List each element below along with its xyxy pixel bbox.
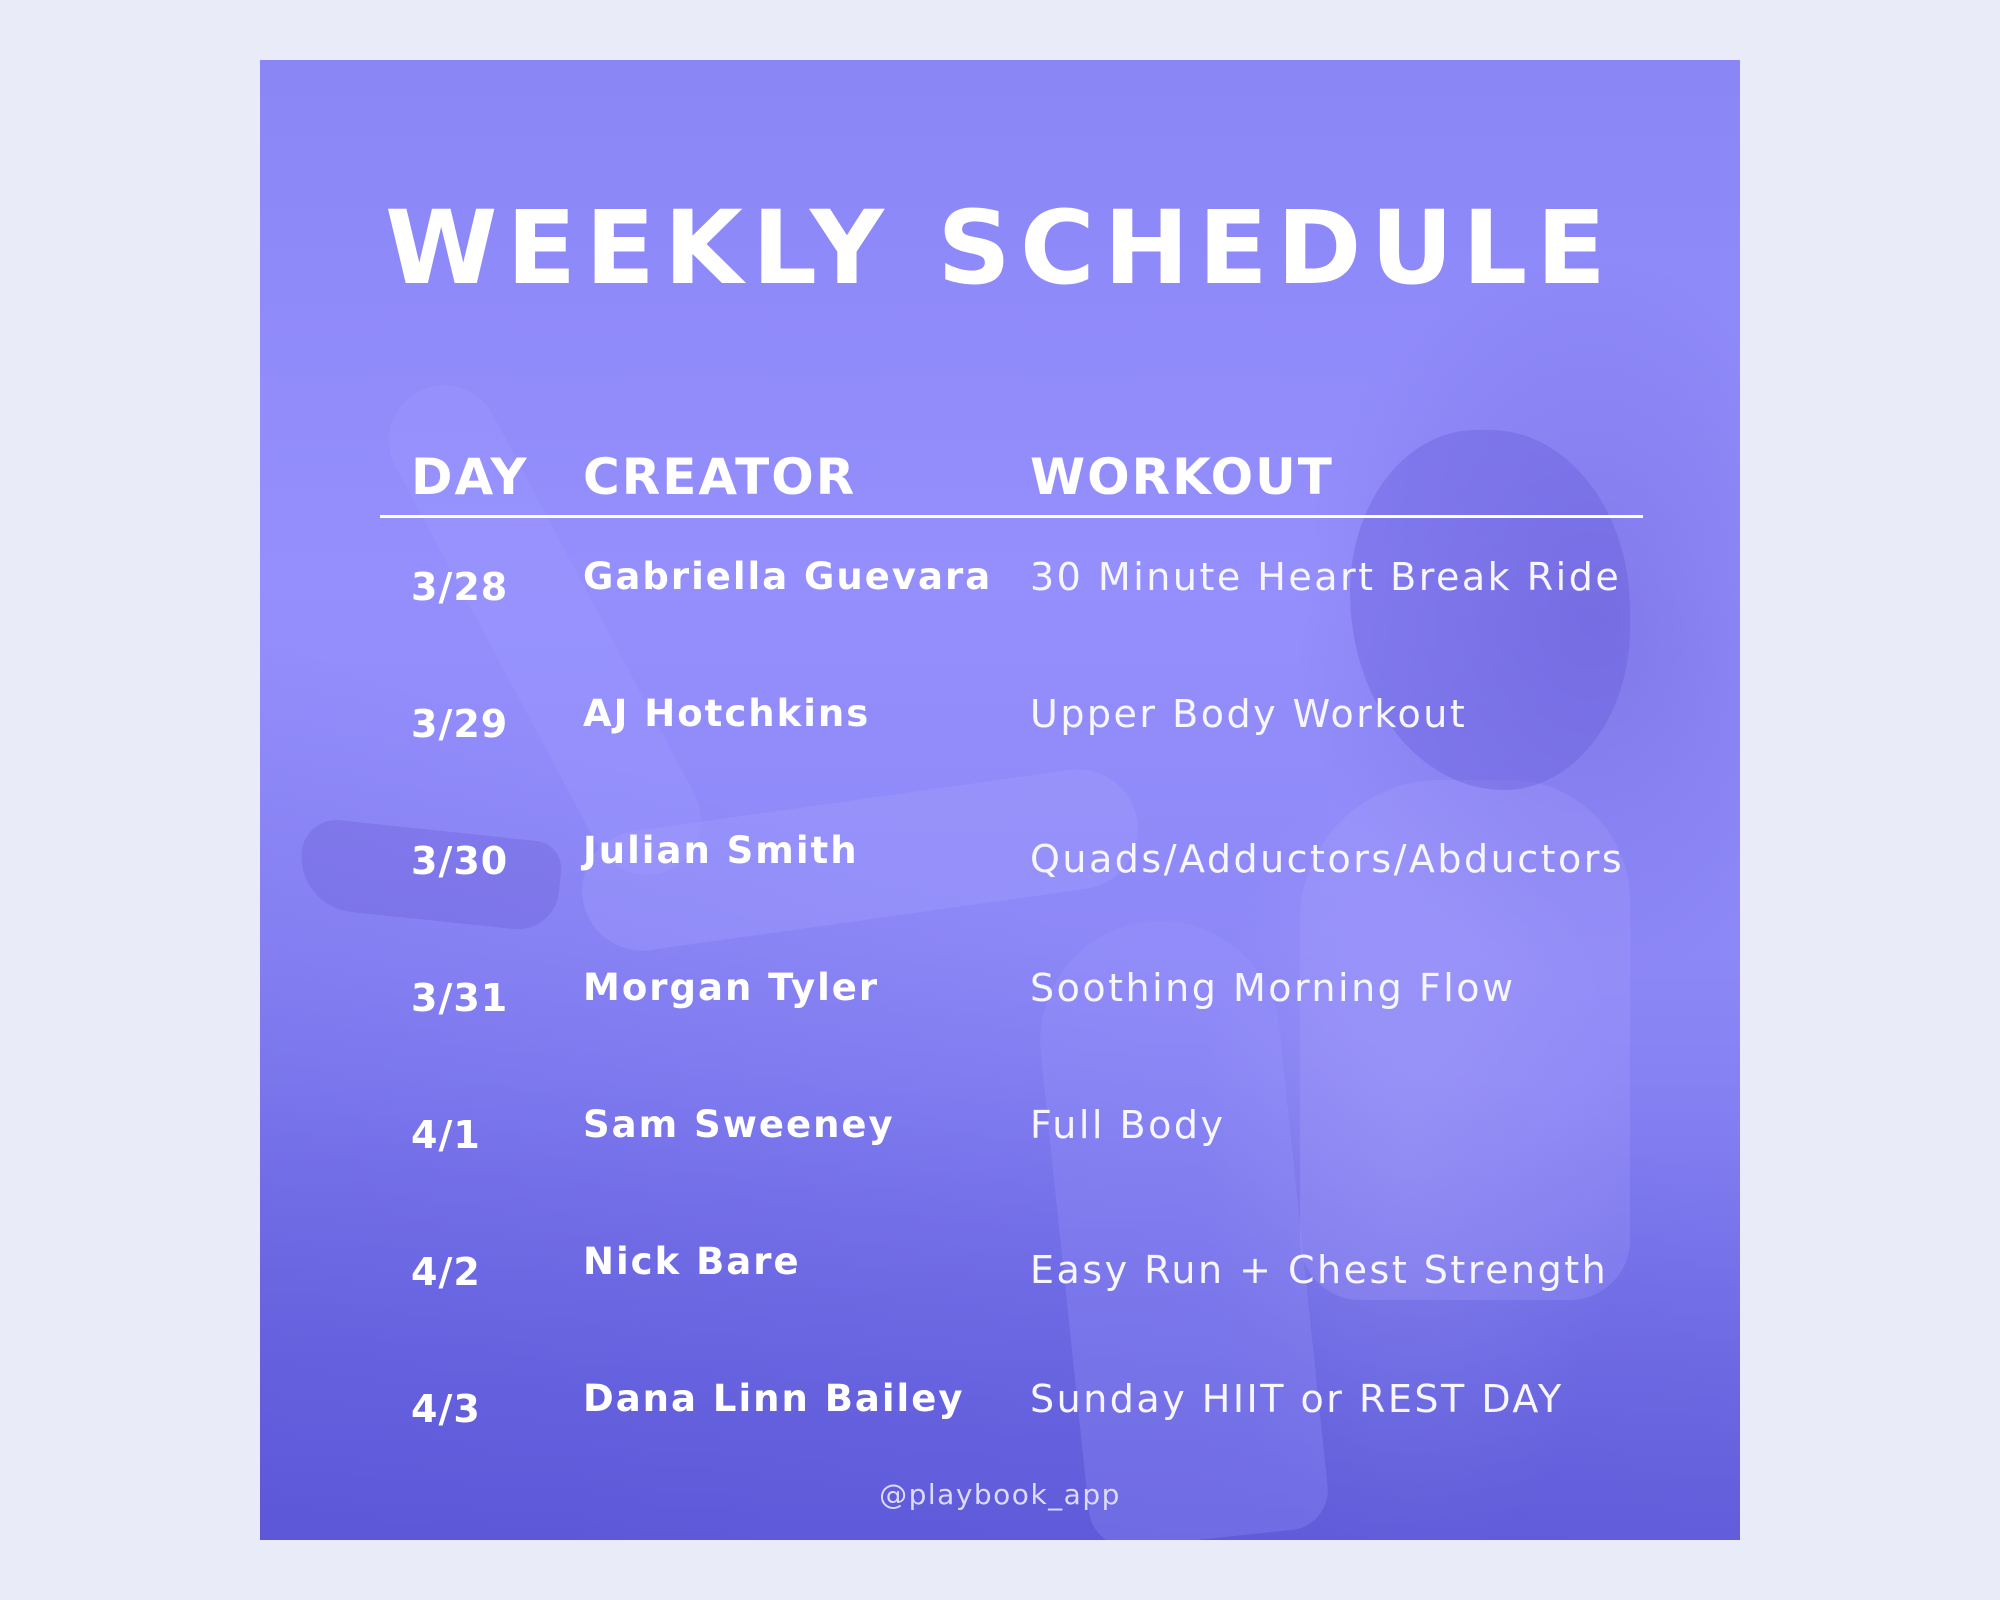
row-workout: Quads/Adductors/Abductors [1030,837,1625,881]
table-row: 4/3 Dana Linn Bailey Sunday HIIT or REST… [260,1377,1740,1447]
row-workout: Sunday HIIT or REST DAY [1030,1377,1564,1421]
row-workout: Full Body [1030,1103,1226,1147]
row-workout: Upper Body Workout [1030,692,1468,736]
row-day: 4/1 [411,1113,481,1157]
table-row: 4/2 Nick Bare Easy Run + Chest Strength [260,1240,1740,1310]
row-creator: Dana Linn Bailey [583,1377,965,1420]
row-day: 3/30 [411,839,509,883]
row-day: 4/2 [411,1250,481,1294]
row-day: 3/31 [411,976,509,1020]
table-row: 3/29 AJ Hotchkins Upper Body Workout [260,692,1740,762]
social-handle: @playbook_app [879,1478,1121,1511]
table-row: 3/31 Morgan Tyler Soothing Morning Flow [260,966,1740,1036]
row-creator: Nick Bare [583,1240,801,1283]
row-creator: Morgan Tyler [583,966,880,1009]
row-creator: AJ Hotchkins [583,692,871,735]
schedule-card: WEEKLY SCHEDULE DAY CREATOR WORKOUT 3/28… [260,60,1740,1540]
row-day: 3/29 [411,702,509,746]
schedule-table: 3/28 Gabriella Guevara 30 Minute Heart B… [260,60,1740,1540]
row-workout: 30 Minute Heart Break Ride [1030,555,1622,599]
table-row: 3/28 Gabriella Guevara 30 Minute Heart B… [260,555,1740,625]
row-creator: Sam Sweeney [583,1103,895,1146]
row-creator: Gabriella Guevara [583,555,993,598]
row-day: 3/28 [411,565,509,609]
row-day: 4/3 [411,1387,481,1431]
row-creator: Julian Smith [583,829,859,872]
table-row: 4/1 Sam Sweeney Full Body [260,1103,1740,1173]
table-row: 3/30 Julian Smith Quads/Adductors/Abduct… [260,829,1740,899]
row-workout: Soothing Morning Flow [1030,966,1516,1010]
row-workout: Easy Run + Chest Strength [1030,1248,1609,1292]
